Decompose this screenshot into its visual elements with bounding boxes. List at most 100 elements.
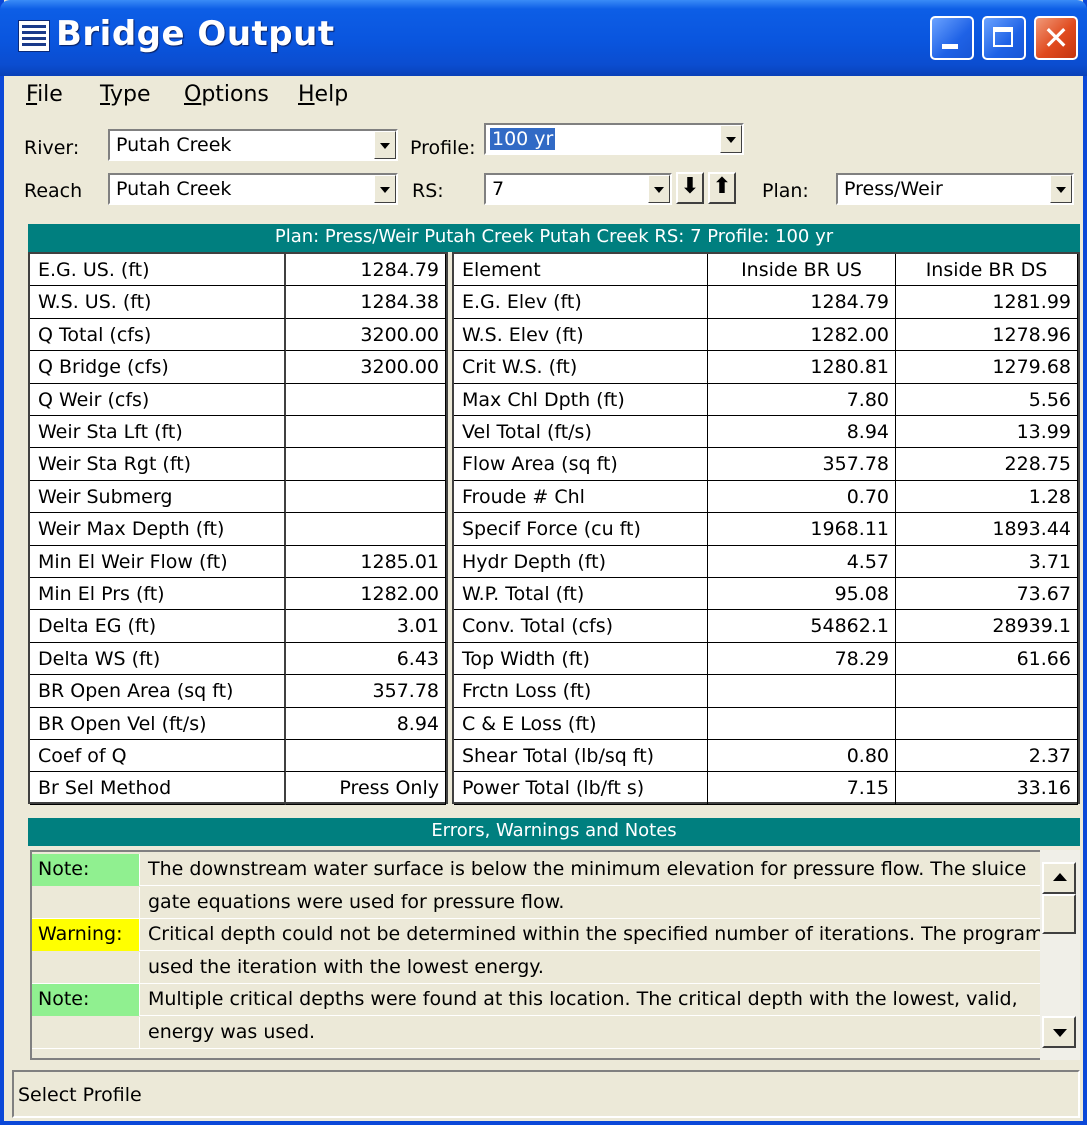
row-value[interactable]: 61.66 bbox=[896, 642, 1078, 676]
column-header: Element bbox=[454, 254, 708, 287]
row-value[interactable] bbox=[896, 707, 1078, 740]
menu-help-label: elp bbox=[314, 82, 349, 107]
row-value[interactable]: 1284.38 bbox=[286, 286, 446, 319]
chevron-down-icon[interactable] bbox=[720, 125, 742, 153]
row-label: Weir Sta Rgt (ft) bbox=[30, 448, 286, 481]
row-value[interactable]: 3200.00 bbox=[286, 351, 446, 384]
row-value[interactable] bbox=[708, 675, 896, 708]
row-value[interactable]: 33.16 bbox=[896, 772, 1078, 805]
chevron-down-icon[interactable] bbox=[1050, 175, 1072, 203]
row-value[interactable]: 357.78 bbox=[708, 448, 896, 481]
row-value[interactable]: 73.67 bbox=[896, 578, 1078, 611]
menu-help[interactable]: Help bbox=[298, 82, 348, 107]
row-value[interactable] bbox=[708, 707, 896, 740]
row-value[interactable]: 28939.1 bbox=[896, 610, 1078, 643]
row-value[interactable]: 1282.00 bbox=[286, 578, 446, 611]
row-value[interactable]: 8.94 bbox=[286, 707, 446, 740]
menu-bar: File Type Options Help bbox=[4, 76, 1083, 118]
row-value[interactable]: 1285.01 bbox=[286, 545, 446, 578]
previous-rs-button[interactable]: ⬆ bbox=[708, 172, 736, 204]
row-label: Crit W.S. (ft) bbox=[454, 351, 708, 384]
reach-value: Putah Creek bbox=[116, 178, 232, 200]
maximize-button[interactable] bbox=[982, 16, 1026, 60]
row-value[interactable]: 7.15 bbox=[708, 772, 896, 805]
row-value[interactable]: 8.94 bbox=[708, 416, 896, 449]
menu-help-accel: H bbox=[298, 82, 315, 107]
table-header: Plan: Press/Weir Putah Creek Putah Creek… bbox=[28, 224, 1080, 252]
row-value[interactable]: 1279.68 bbox=[896, 351, 1078, 384]
row-label: Br Sel Method bbox=[30, 772, 286, 805]
row-value[interactable] bbox=[286, 416, 446, 449]
row-label: Q Total (cfs) bbox=[30, 318, 286, 352]
row-value[interactable]: 1281.99 bbox=[896, 286, 1078, 319]
note-text: Critical depth could not be determined w… bbox=[148, 923, 1044, 945]
scroll-thumb[interactable] bbox=[1042, 894, 1076, 934]
profile-value: 100 yr bbox=[488, 127, 557, 151]
row-value[interactable]: 3.71 bbox=[896, 545, 1078, 578]
row-value[interactable]: 6.43 bbox=[286, 642, 446, 676]
notes-scrollbar[interactable] bbox=[1040, 850, 1080, 1060]
row-value[interactable] bbox=[286, 383, 446, 416]
row-value[interactable]: 3.01 bbox=[286, 610, 446, 643]
arrow-down-icon: ⬇ bbox=[680, 174, 700, 199]
rs-label: RS: bbox=[412, 180, 444, 202]
chevron-down-icon[interactable] bbox=[374, 131, 396, 159]
row-value[interactable]: 1282.00 bbox=[708, 318, 896, 352]
row-value[interactable]: 2.37 bbox=[896, 740, 1078, 773]
rs-combo[interactable]: 7 bbox=[484, 173, 672, 205]
row-label: BR Open Area (sq ft) bbox=[30, 675, 286, 708]
row-value[interactable] bbox=[286, 448, 446, 481]
menu-type-accel: T bbox=[100, 82, 111, 107]
row-label: E.G. US. (ft) bbox=[30, 254, 286, 287]
row-label: Min El Prs (ft) bbox=[30, 578, 286, 611]
row-value[interactable]: 13.99 bbox=[896, 416, 1078, 449]
row-value[interactable]: 54862.1 bbox=[708, 610, 896, 643]
note-row: Note: Multiple critical depths were found… bbox=[32, 984, 1052, 1016]
row-label: C & E Loss (ft) bbox=[454, 707, 708, 740]
close-button[interactable]: ✕ bbox=[1034, 16, 1078, 60]
table-icon bbox=[18, 20, 50, 52]
row-value[interactable]: Press Only bbox=[286, 772, 446, 805]
row-label: Min El Weir Flow (ft) bbox=[30, 545, 286, 578]
menu-file[interactable]: File bbox=[26, 82, 63, 107]
chevron-down-icon[interactable] bbox=[374, 175, 396, 203]
menu-type[interactable]: Type bbox=[100, 82, 151, 107]
reach-combo[interactable]: Putah Creek bbox=[108, 173, 398, 205]
row-value[interactable]: 1280.81 bbox=[708, 351, 896, 384]
element-table: Element Inside BR US Inside BR DS E.G. Elev… bbox=[452, 252, 1080, 805]
minimize-button[interactable] bbox=[930, 16, 974, 60]
scroll-down-icon[interactable] bbox=[1042, 1016, 1076, 1048]
row-value[interactable]: 1284.79 bbox=[286, 254, 446, 287]
row-value[interactable] bbox=[286, 480, 446, 514]
menu-options[interactable]: Options bbox=[184, 82, 269, 107]
row-value[interactable] bbox=[896, 675, 1078, 708]
scroll-up-icon[interactable] bbox=[1042, 862, 1076, 894]
row-value[interactable]: 1284.79 bbox=[708, 286, 896, 319]
row-value[interactable]: 7.80 bbox=[708, 383, 896, 416]
chevron-down-icon[interactable] bbox=[648, 175, 670, 203]
row-value[interactable]: 1893.44 bbox=[896, 513, 1078, 546]
note-row: energy was used. bbox=[32, 1016, 1052, 1049]
row-value[interactable]: 0.70 bbox=[708, 480, 896, 514]
note-text: Multiple critical depths were found at t… bbox=[148, 988, 1018, 1010]
row-label: Froude # Chl bbox=[454, 480, 708, 514]
row-value[interactable] bbox=[286, 740, 446, 773]
row-label: Vel Total (ft/s) bbox=[454, 416, 708, 449]
river-combo[interactable]: Putah Creek bbox=[108, 129, 398, 161]
row-value[interactable]: 228.75 bbox=[896, 448, 1078, 481]
row-value[interactable]: 1968.11 bbox=[708, 513, 896, 546]
row-value[interactable]: 95.08 bbox=[708, 578, 896, 611]
title-bar[interactable]: Bridge Output ✕ bbox=[0, 0, 1087, 76]
next-rs-button[interactable]: ⬇ bbox=[676, 172, 704, 204]
row-value[interactable]: 3200.00 bbox=[286, 318, 446, 352]
profile-combo[interactable]: 100 yr bbox=[484, 123, 744, 155]
row-value[interactable]: 1.28 bbox=[896, 480, 1078, 514]
row-value[interactable]: 4.57 bbox=[708, 545, 896, 578]
row-value[interactable]: 78.29 bbox=[708, 642, 896, 676]
row-value[interactable]: 0.80 bbox=[708, 740, 896, 773]
row-value[interactable]: 357.78 bbox=[286, 675, 446, 708]
row-value[interactable]: 1278.96 bbox=[896, 318, 1078, 352]
plan-combo[interactable]: Press/Weir bbox=[836, 173, 1074, 205]
row-value[interactable]: 5.56 bbox=[896, 383, 1078, 416]
row-value[interactable] bbox=[286, 513, 446, 546]
